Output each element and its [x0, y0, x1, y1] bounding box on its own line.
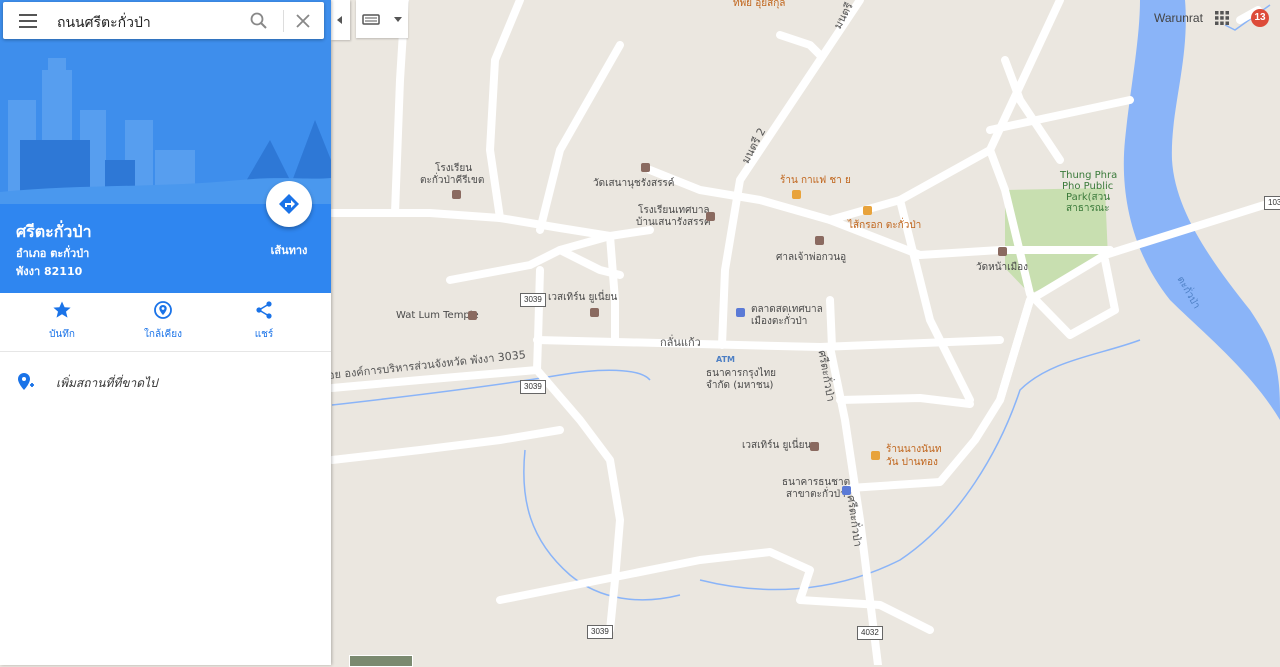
share-button[interactable]: แชร์ [224, 300, 304, 342]
apps-grid-icon[interactable] [1215, 11, 1229, 25]
map-label[interactable]: ไส้กรอก ตะกั่วป่า [848, 220, 921, 232]
collapse-panel-button[interactable] [331, 0, 350, 40]
map-label[interactable]: วัน ปานทอง [886, 457, 938, 469]
divider [0, 351, 331, 352]
map-label[interactable]: โรงเรียนเทศบาล [638, 205, 710, 217]
map-label[interactable]: ทิพย์ อุ่ยสกุล [733, 0, 785, 10]
place-province: พังงา 82110 [16, 265, 83, 278]
cafe-icon[interactable] [792, 190, 801, 199]
add-location-icon[interactable] [17, 372, 35, 392]
close-icon[interactable] [293, 11, 313, 31]
account-name[interactable]: Warunrat [1154, 11, 1203, 25]
map-label[interactable]: ศาลเจ้าพ่อกวนอู [776, 252, 846, 264]
share-icon [256, 301, 272, 319]
search-icon[interactable] [249, 11, 269, 31]
temple-icon[interactable] [815, 236, 824, 245]
keyboard-icon [362, 14, 402, 25]
temple-icon[interactable] [998, 247, 1007, 256]
map-label[interactable]: เวสเทิร์น ยูเนี่ยน [742, 440, 811, 452]
place-district: อำเภอ ตะกั่วป่า [16, 247, 90, 260]
restaurant-icon[interactable] [863, 206, 872, 215]
directions-button[interactable] [266, 181, 312, 227]
restaurant-icon[interactable] [871, 451, 880, 460]
map-label[interactable]: Wat Lum Temple [396, 310, 479, 322]
route-shield: 3039 [520, 293, 546, 307]
map-label[interactable]: สาขาตะกั่วป่า [786, 489, 846, 501]
temple-icon[interactable] [641, 163, 650, 172]
directions-icon [279, 194, 299, 214]
map-label[interactable]: สาธารณะ [1066, 203, 1109, 215]
road-label: กลั่นแก้ว [660, 336, 701, 349]
route-shield: 4032 [857, 626, 883, 640]
save-button[interactable]: บันทึก [22, 300, 102, 342]
route-shield: 3039 [587, 625, 613, 639]
share-label: แชร์ [254, 329, 274, 340]
save-label: บันทึก [49, 329, 75, 340]
temple-icon[interactable] [468, 311, 477, 320]
star-icon [53, 301, 71, 318]
map-label[interactable]: เมืองตะกั่วป่า [751, 316, 807, 328]
route-shield: 3039 [520, 380, 546, 394]
map-label[interactable]: วัดหน้าเมือง [976, 262, 1028, 274]
place-title: ศรีตะกั่วป่า [16, 222, 92, 241]
keyboard-button[interactable] [356, 0, 408, 38]
map-label[interactable]: เวสเทิร์น ยูเนี่ยน [548, 292, 617, 304]
map-label[interactable]: บ้านเสนารังสรรค์ [636, 217, 711, 229]
side-panel: ถนนศรีตะกั่วป่า ศรีตะกั่วป่า อำเภอ ตะกั่… [0, 0, 331, 665]
map-label[interactable]: ธนาคารธนชาต [782, 477, 850, 489]
bank-icon[interactable] [842, 486, 851, 495]
map-label[interactable]: ร้านนางนันท [886, 444, 941, 456]
notifications-badge[interactable]: 13 [1251, 9, 1269, 27]
search-input[interactable]: ถนนศรีตะกั่วป่า [57, 12, 151, 34]
nearby-icon [154, 301, 172, 319]
map-label[interactable]: ร้าน กาแฟ ชา ย [780, 175, 851, 187]
search-box[interactable]: ถนนศรีตะกั่วป่า [3, 2, 324, 39]
school-icon[interactable] [706, 212, 715, 221]
store-icon[interactable] [810, 442, 819, 451]
search-divider [283, 10, 284, 32]
map-label[interactable]: ธนาคารกรุงไทย [706, 368, 776, 380]
map-label[interactable]: ตลาดสดเทศบาล [751, 304, 823, 316]
map-label[interactable]: ตะกั่วป่าคีรีเขต [420, 175, 484, 187]
chevron-left-icon [337, 16, 342, 24]
store-icon[interactable] [590, 308, 599, 317]
nearby-button[interactable]: ใกล้เคียง [123, 300, 203, 342]
map-label[interactable]: วัดเสนานุชรังสรรค์ [593, 178, 675, 190]
map-label[interactable]: โรงเรียน [435, 163, 472, 175]
directions-label[interactable]: เส้นทาง [266, 241, 312, 259]
school-icon[interactable] [452, 190, 461, 199]
nearby-label: ใกล้เคียง [144, 329, 182, 340]
route-shield: 1035 [1264, 196, 1280, 210]
add-missing-place-link[interactable]: เพิ่มสถานที่ที่ขาดไป [56, 374, 158, 393]
map-label[interactable]: จำกัด (มหาชน) [706, 380, 773, 392]
menu-icon[interactable] [19, 14, 37, 28]
atm-icon[interactable]: ATM [716, 354, 735, 366]
imagery-thumbnail[interactable] [349, 655, 413, 667]
market-icon[interactable] [736, 308, 745, 317]
